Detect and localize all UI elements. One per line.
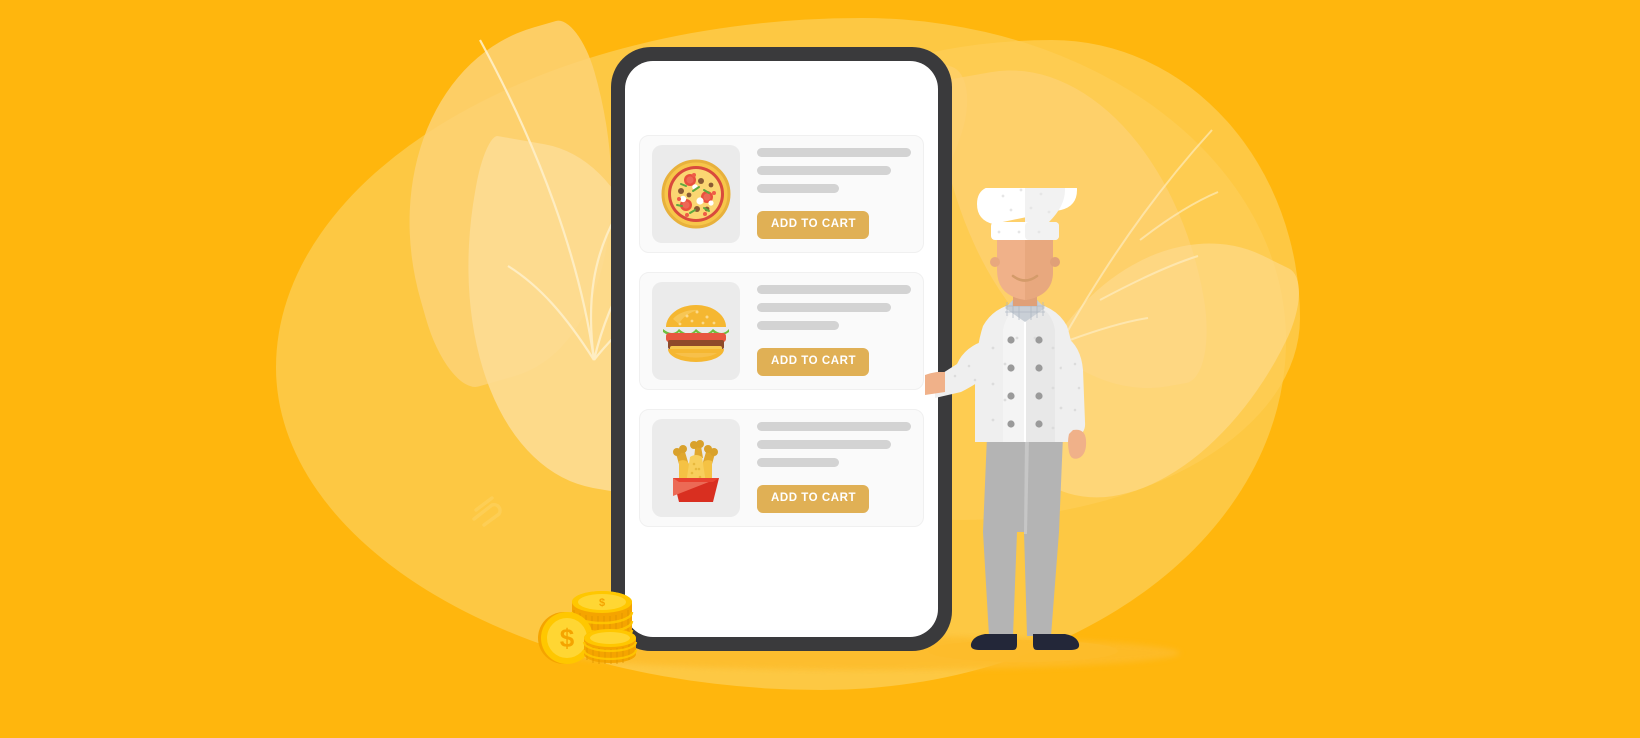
pizza-icon	[661, 159, 731, 229]
product-card[interactable]: ADD TO CART	[639, 135, 924, 253]
chef-pants	[983, 436, 1063, 636]
phone-screen: ADD TO CART ADD TO CART ADD TO CART	[625, 61, 938, 637]
product-subtitle-placeholder	[757, 303, 891, 312]
phone-device: ADD TO CART ADD TO CART ADD TO CART	[611, 47, 952, 651]
svg-text:$: $	[560, 623, 575, 653]
product-price-placeholder	[757, 458, 839, 467]
product-thumbnail	[652, 145, 740, 243]
product-info: ADD TO CART	[740, 282, 911, 380]
svg-text:$: $	[599, 597, 605, 609]
fried-chicken-bucket-icon	[673, 440, 719, 502]
chef-character	[925, 188, 1087, 650]
product-list: ADD TO CART ADD TO CART ADD TO CART	[625, 135, 938, 546]
product-info: ADD TO CART	[740, 145, 911, 243]
product-subtitle-placeholder	[757, 440, 891, 449]
gold-coin-stack: $ $	[538, 591, 638, 664]
add-to-cart-button[interactable]: ADD TO CART	[757, 485, 870, 513]
product-thumbnail	[652, 419, 740, 517]
add-to-cart-button[interactable]: ADD TO CART	[757, 348, 870, 376]
chef-hat-icon	[977, 188, 1077, 240]
product-title-placeholder	[757, 148, 911, 157]
illustration-canvas: ADD TO CART ADD TO CART ADD TO CART $ $	[0, 0, 1640, 738]
chef-shoes	[970, 634, 1080, 650]
product-card[interactable]: ADD TO CART	[639, 272, 924, 390]
watermark-logo	[472, 496, 502, 527]
product-thumbnail	[652, 282, 740, 380]
product-card[interactable]: ADD TO CART	[639, 409, 924, 527]
add-to-cart-button[interactable]: ADD TO CART	[757, 211, 870, 239]
product-info: ADD TO CART	[740, 419, 911, 517]
product-price-placeholder	[757, 321, 839, 330]
burger-icon	[663, 305, 729, 362]
product-title-placeholder	[757, 285, 911, 294]
product-title-placeholder	[757, 422, 911, 431]
product-subtitle-placeholder	[757, 166, 891, 175]
product-price-placeholder	[757, 184, 839, 193]
